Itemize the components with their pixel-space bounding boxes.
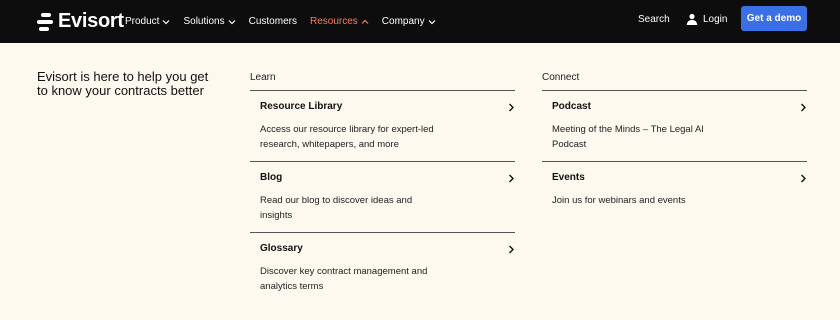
- card-description: Discover key contract management and ana…: [260, 266, 428, 292]
- card-resource-library[interactable]: Resource Library Access our resource lib…: [250, 90, 515, 161]
- connect-column: Connect Podcast Meeting of the Minds – T…: [542, 72, 807, 232]
- chevron-down-icon: [428, 18, 436, 26]
- chevron-right-icon: [507, 103, 515, 112]
- nav-resources[interactable]: Resources: [310, 16, 369, 27]
- chevron-right-icon: [507, 245, 515, 254]
- card-title: Events: [552, 172, 585, 183]
- nav-solutions[interactable]: Solutions: [183, 16, 236, 27]
- chevron-down-icon: [228, 18, 236, 26]
- nav-resources-label: Resources: [309, 16, 358, 27]
- chevron-up-icon: [361, 18, 369, 26]
- card-glossary[interactable]: Glossary Discover key contract managemen…: [250, 232, 515, 303]
- nav-product-label: Product: [125, 16, 160, 27]
- card-title: Resource Library: [260, 101, 343, 112]
- chevron-right-icon: [799, 174, 807, 183]
- user-icon: [686, 13, 698, 25]
- evisort-logo-icon: [37, 12, 53, 31]
- card-events[interactable]: Events Join us for webinars and events: [542, 161, 807, 232]
- top-navigation-bar: Evisort Product Solutions Customers Reso…: [0, 0, 840, 43]
- nav-customers-label: Customers: [248, 16, 297, 27]
- learn-title: Learn: [250, 72, 276, 83]
- login-label: Login: [703, 13, 728, 25]
- learn-column: Learn Resource Library Access our resour…: [250, 72, 515, 303]
- card-blog[interactable]: Blog Read our blog to discover ideas and…: [250, 161, 515, 232]
- nav-customers[interactable]: Customers: [249, 16, 297, 27]
- card-description: Access our resource library for expert-l…: [260, 124, 434, 150]
- connect-title: Connect: [542, 72, 580, 83]
- nav-solutions-label: Solutions: [183, 16, 225, 27]
- chevron-down-icon: [162, 18, 170, 26]
- chevron-right-icon: [799, 103, 807, 112]
- card-description: Read our blog to discover ideas and insi…: [260, 195, 413, 221]
- intro-heading: Evisort is here to help you get to know …: [37, 69, 209, 98]
- logo-text: Evisort: [58, 10, 124, 32]
- nav-product[interactable]: Product: [125, 16, 170, 27]
- nav-company-label: Company: [381, 16, 425, 27]
- evisort-logo[interactable]: Evisort: [37, 10, 124, 33]
- card-title: Glossary: [260, 243, 303, 254]
- search-link[interactable]: Search: [638, 14, 670, 25]
- card-title: Podcast: [552, 101, 591, 112]
- card-description: Join us for webinars and events: [552, 195, 686, 206]
- get-a-demo-button[interactable]: Get a demo: [741, 6, 807, 31]
- login-link[interactable]: Login: [686, 13, 727, 25]
- card-title: Blog: [260, 172, 283, 183]
- nav-company[interactable]: Company: [382, 16, 436, 27]
- main-nav: Product Solutions Customers Resources Co…: [125, 0, 436, 43]
- chevron-right-icon: [507, 174, 515, 183]
- card-podcast[interactable]: Podcast Meeting of the Minds – The Legal…: [542, 90, 807, 161]
- card-description: Meeting of the Minds – The Legal AI Podc…: [552, 124, 704, 150]
